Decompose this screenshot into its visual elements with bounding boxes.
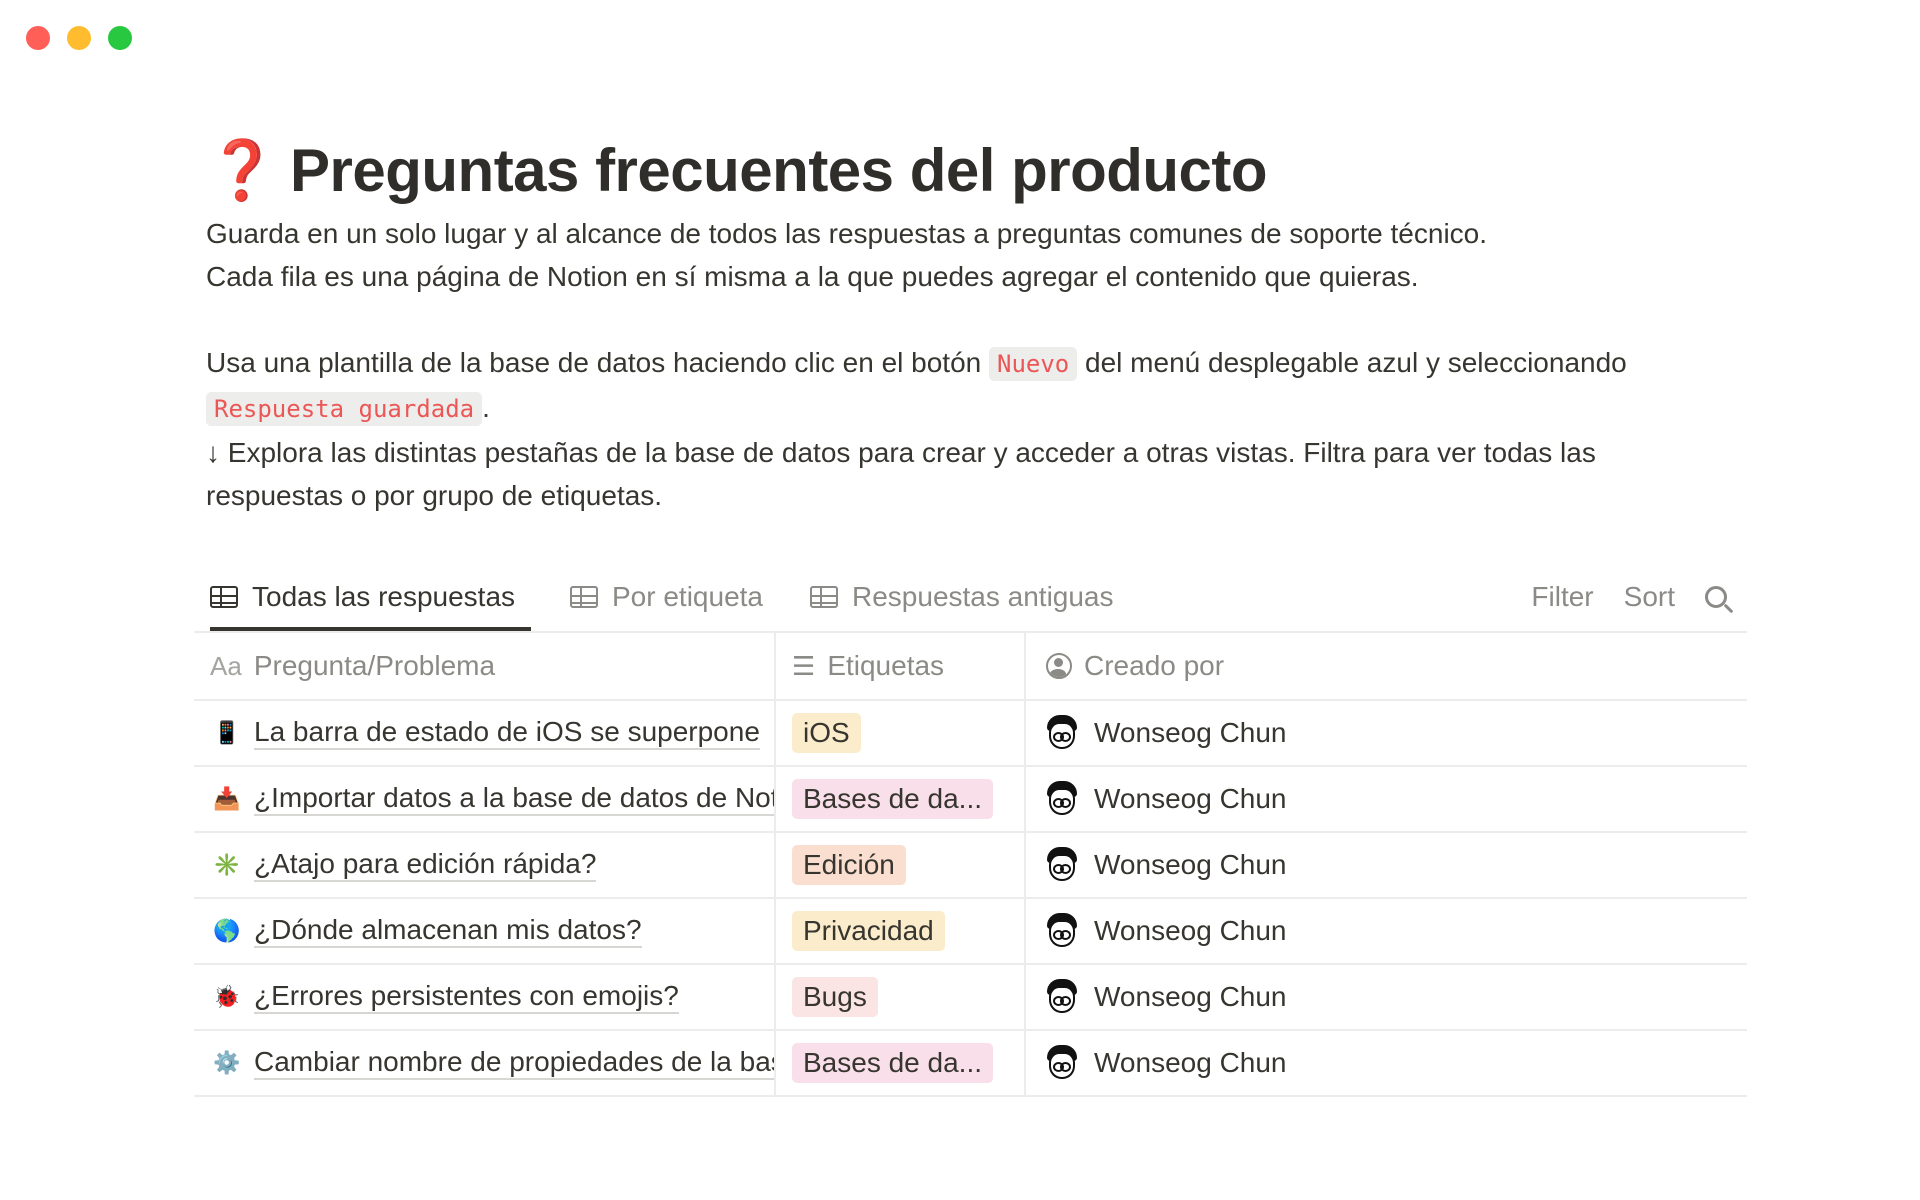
description-text: del menú desplegable azul y seleccionand… [1085, 347, 1627, 378]
question-title-link[interactable]: ¿Dónde almacenan mis datos? [254, 914, 642, 948]
minimize-window-button[interactable] [67, 26, 91, 50]
question-cell[interactable]: 📥 ¿Importar datos a la base de datos de N… [194, 767, 776, 831]
description-line: ↓ Explora las distintas pestañas de la b… [206, 437, 1596, 468]
tag-pill: iOS [792, 713, 861, 753]
question-title-link[interactable]: ¿Errores persistentes con emojis? [254, 980, 679, 1014]
filter-button[interactable]: Filter [1531, 581, 1593, 613]
question-cell[interactable]: ⚙️ Cambiar nombre de propiedades de la ba… [194, 1031, 776, 1095]
page-header: ❓ Preguntas frecuentes del producto [206, 130, 1746, 210]
person-icon [1046, 653, 1072, 679]
avatar [1046, 979, 1078, 1015]
tag-pill: Edición [792, 845, 906, 885]
description-line: Cada fila es una página de Notion en sí … [206, 261, 1419, 292]
tab-label: Por etiqueta [612, 581, 763, 612]
author-cell[interactable]: Wonseog Chun [1026, 833, 1747, 897]
page-content: ❓ Preguntas frecuentes del producto Guar… [206, 130, 1746, 517]
author-name: Wonseog Chun [1094, 849, 1287, 880]
question-title-link[interactable]: ¿Atajo para edición rápida? [254, 848, 597, 882]
avatar [1046, 913, 1078, 949]
author-cell[interactable]: Wonseog Chun [1026, 899, 1747, 963]
tags-cell[interactable]: Bases de da... [776, 767, 1026, 831]
question-title-link[interactable]: ¿Importar datos a la base de datos de No… [254, 782, 774, 816]
page-emoji-icon[interactable]: 🐞 [210, 980, 244, 1014]
question-cell[interactable]: 🐞 ¿Errores persistentes con emojis? [194, 965, 776, 1029]
description-text: . [482, 392, 490, 423]
table-row[interactable]: 📥 ¿Importar datos a la base de datos de N… [194, 767, 1747, 833]
tag-pill: Bugs [792, 977, 878, 1017]
tags-cell[interactable]: Privacidad [776, 899, 1026, 963]
author-name: Wonseog Chun [1094, 783, 1287, 814]
tags-cell[interactable]: Edición [776, 833, 1026, 897]
question-cell[interactable]: ✳️ ¿Atajo para edición rápida? [194, 833, 776, 897]
tag-pill: Privacidad [792, 911, 945, 951]
author-cell[interactable]: Wonseog Chun [1026, 965, 1747, 1029]
question-mark-icon[interactable]: ❓ [206, 141, 278, 199]
table-icon [810, 586, 838, 608]
table-row[interactable]: 🌎 ¿Dónde almacenan mis datos? Privacidad Wo… [194, 899, 1747, 965]
zoom-window-button[interactable] [108, 26, 132, 50]
sort-button[interactable]: Sort [1624, 581, 1675, 613]
author-name: Wonseog Chun [1094, 981, 1287, 1012]
question-cell[interactable]: 📱 La barra de estado de iOS se superpone [194, 701, 776, 765]
table-row[interactable]: ⚙️ Cambiar nombre de propiedades de la ba… [194, 1031, 1747, 1097]
tab-todas-las-respuestas[interactable]: Todas las respuestas [210, 565, 532, 631]
tab-por-etiqueta[interactable]: Por etiqueta [570, 565, 763, 629]
description-line: respuestas o por grupo de etiquetas. [206, 480, 663, 511]
close-window-button[interactable] [26, 26, 50, 50]
tab-label: Respuestas antiguas [852, 581, 1114, 612]
column-label: Etiquetas [827, 650, 945, 681]
column-header-etiquetas[interactable]: ☰ Etiquetas [776, 633, 1026, 699]
avatar [1046, 781, 1078, 817]
column-header-pregunta[interactable]: Aa Pregunta/Problema [194, 633, 776, 699]
table-icon [570, 586, 598, 608]
page-emoji-icon[interactable]: 🌎 [210, 914, 244, 948]
description-line: Guarda en un solo lugar y al alcance de … [206, 218, 1488, 249]
tag-pill: Bases de da... [792, 1043, 994, 1083]
column-header-creado-por[interactable]: Creado por [1026, 633, 1747, 699]
page-emoji-icon[interactable]: ⚙️ [210, 1046, 244, 1080]
database-table: Aa Pregunta/Problema ☰ Etiquetas Creado … [194, 633, 1747, 1097]
table-row[interactable]: 🐞 ¿Errores persistentes con emojis? Bugs Wo… [194, 965, 1747, 1031]
database-view-tabs: Todas las respuestas Por etiqueta Respue… [194, 565, 1747, 633]
column-label: Creado por [1084, 650, 1225, 681]
author-cell[interactable]: Wonseog Chun [1026, 767, 1747, 831]
page-emoji-icon[interactable]: 📥 [210, 782, 244, 816]
author-name: Wonseog Chun [1094, 1047, 1287, 1078]
page-title[interactable]: Preguntas frecuentes del producto [290, 136, 1268, 205]
text-property-icon: Aa [210, 650, 242, 681]
window-controls [26, 26, 132, 50]
table-row[interactable]: ✳️ ¿Atajo para edición rápida? Edición Wons… [194, 833, 1747, 899]
view-toolbar: Filter Sort [1531, 565, 1733, 629]
table-row[interactable]: 📱 La barra de estado de iOS se superpone i… [194, 701, 1747, 767]
tab-label: Todas las respuestas [252, 581, 516, 612]
author-name: Wonseog Chun [1094, 717, 1287, 748]
page-description: Guarda en un solo lugar y al alcance de … [206, 212, 1746, 517]
avatar [1046, 715, 1078, 751]
description-line: Usa una plantilla de la base de datos ha… [206, 341, 1746, 386]
column-label: Pregunta/Problema [253, 650, 496, 681]
tags-cell[interactable]: iOS [776, 701, 1026, 765]
description-text: Usa una plantilla de la base de datos ha… [206, 347, 982, 378]
author-cell[interactable]: Wonseog Chun [1026, 1031, 1747, 1095]
description-line: Respuesta guardada. [206, 386, 1746, 431]
list-icon: ☰ [792, 650, 816, 681]
avatar [1046, 847, 1078, 883]
tab-respuestas-antiguas[interactable]: Respuestas antiguas [810, 565, 1114, 629]
avatar [1046, 1045, 1078, 1081]
table-icon [210, 586, 238, 608]
search-icon[interactable] [1705, 586, 1727, 608]
tag-pill: Bases de da... [792, 779, 994, 819]
author-name: Wonseog Chun [1094, 915, 1287, 946]
inline-code-nuevo: Nuevo [989, 347, 1078, 381]
question-title-link[interactable]: La barra de estado de iOS se superpone [254, 716, 760, 750]
tags-cell[interactable]: Bases de da... [776, 1031, 1026, 1095]
page-emoji-icon[interactable]: ✳️ [210, 848, 244, 882]
table-header-row: Aa Pregunta/Problema ☰ Etiquetas Creado … [194, 633, 1747, 701]
question-cell[interactable]: 🌎 ¿Dónde almacenan mis datos? [194, 899, 776, 963]
inline-code-respuesta-guardada: Respuesta guardada [206, 392, 483, 426]
tags-cell[interactable]: Bugs [776, 965, 1026, 1029]
author-cell[interactable]: Wonseog Chun [1026, 701, 1747, 765]
page-emoji-icon[interactable]: 📱 [210, 716, 244, 750]
question-title-link[interactable]: Cambiar nombre de propiedades de la base [254, 1046, 774, 1080]
